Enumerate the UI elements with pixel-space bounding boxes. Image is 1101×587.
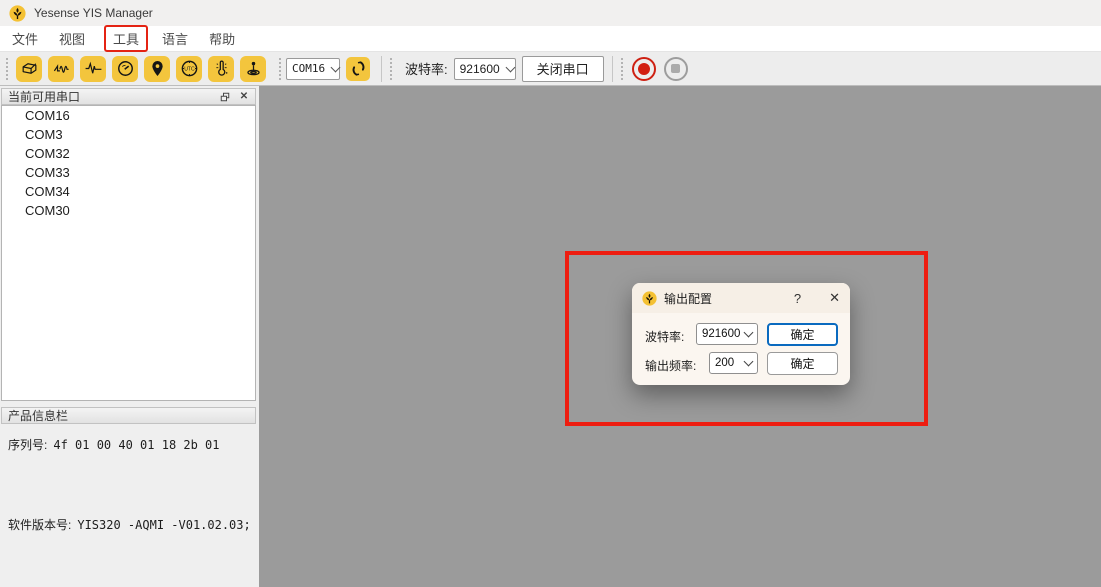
port-select[interactable]: COM16: [286, 58, 340, 80]
stop-button[interactable]: [664, 57, 688, 81]
toolbar-separator: [612, 56, 613, 82]
dialog-title-bar: 输出配置 ? ✕: [632, 283, 850, 313]
stop-icon: [671, 64, 680, 73]
utc-time-button[interactable]: UTC: [176, 56, 202, 82]
list-item-port[interactable]: COM33: [2, 163, 255, 182]
serial-number-label: 序列号:: [8, 438, 47, 452]
gauge-button[interactable]: [112, 56, 138, 82]
float-panel-button[interactable]: [217, 90, 233, 104]
gauge-icon: [116, 59, 135, 78]
dialog-baud-confirm-button[interactable]: 确定: [767, 323, 838, 346]
dialog-freq-select[interactable]: 200: [709, 352, 758, 374]
toolbar-drag-handle[interactable]: [621, 58, 623, 80]
vibration-wave-icon: [84, 59, 103, 78]
left-dock: 当前可用串口 ✕ COM16 COM3 COM32 COM33 COM34 CO…: [0, 86, 259, 587]
magnetic-pin-icon: [244, 59, 263, 78]
serial-ports-panel-title: 当前可用串口: [8, 88, 80, 105]
attitude-wave-button[interactable]: [48, 56, 74, 82]
baud-rate-label: 波特率:: [405, 59, 448, 78]
record-icon: [638, 63, 650, 75]
thermometer-icon: [212, 59, 231, 78]
menu-file[interactable]: 文件: [3, 26, 47, 51]
menu-language[interactable]: 语言: [153, 26, 197, 51]
svg-text:UTC: UTC: [184, 66, 195, 72]
chevron-down-icon: [744, 357, 754, 367]
attitude-wave-icon: [52, 59, 71, 78]
window-title: Yesense YIS Manager: [34, 6, 153, 20]
yesense-logo-icon: [642, 291, 657, 306]
menu-bar: 文件 视图 工具 语言 帮助: [0, 26, 1101, 52]
tool-bar: UTC COM16: [0, 52, 1101, 86]
toolbar-drag-handle[interactable]: [390, 58, 392, 80]
record-button[interactable]: [632, 57, 656, 81]
product-info-panel-title: 产品信息栏: [8, 407, 68, 424]
dialog-close-button[interactable]: ✕: [829, 290, 840, 306]
dialog-freq-label: 输出频率:: [645, 357, 696, 374]
app-window: Yesense YIS Manager 文件 视图 工具 语言 帮助: [0, 0, 1101, 587]
close-serial-port-button[interactable]: 关闭串口: [522, 56, 604, 82]
list-item-port[interactable]: COM30: [2, 201, 255, 220]
dialog-help-button[interactable]: ?: [794, 291, 815, 306]
location-pin-icon: [148, 59, 167, 78]
chevron-down-icon: [331, 62, 341, 72]
baud-rate-value: 921600: [460, 62, 500, 76]
toolbar-separator: [381, 56, 382, 82]
menu-view[interactable]: 视图: [50, 26, 94, 51]
refresh-icon: [349, 59, 368, 78]
list-item-port[interactable]: COM32: [2, 144, 255, 163]
baud-rate-select[interactable]: 921600: [454, 58, 516, 80]
list-item-port[interactable]: COM34: [2, 182, 255, 201]
list-item-port[interactable]: COM3: [2, 125, 255, 144]
serial-port-list: COM16 COM3 COM32 COM33 COM34 COM30: [1, 105, 256, 401]
cube-button[interactable]: [16, 56, 42, 82]
yesense-logo-icon: [9, 5, 26, 22]
cube-icon: [20, 59, 39, 78]
location-button[interactable]: [144, 56, 170, 82]
utc-clock-icon: UTC: [180, 59, 199, 78]
float-icon: [219, 91, 231, 103]
menu-tools[interactable]: 工具: [104, 25, 148, 52]
output-config-dialog: 输出配置 ? ✕ 波特率: 921600 确定 输出频率: 200 确定: [632, 283, 850, 385]
dialog-baud-value: 921600: [702, 328, 740, 340]
dialog-baud-label: 波特率:: [645, 328, 684, 345]
software-version-line: 软件版本号: YIS320 -AQMI -V01.02.03;: [8, 516, 251, 533]
serial-number-value: 4f 01 00 40 01 18 2b 01: [53, 438, 219, 452]
toolbar-drag-handle[interactable]: [6, 58, 8, 80]
menu-help[interactable]: 帮助: [200, 26, 244, 51]
list-item-port[interactable]: COM16: [2, 106, 255, 125]
vibration-wave-button[interactable]: [80, 56, 106, 82]
product-info-panel-header: 产品信息栏: [1, 407, 256, 424]
software-version-value: YIS320 -AQMI -V01.02.03;: [77, 518, 250, 532]
dialog-baud-select[interactable]: 921600: [696, 323, 758, 345]
serial-number-line: 序列号: 4f 01 00 40 01 18 2b 01: [8, 436, 220, 453]
software-version-label: 软件版本号:: [8, 518, 71, 532]
refresh-ports-button[interactable]: [346, 57, 370, 81]
main-workspace: 输出配置 ? ✕ 波特率: 921600 确定 输出频率: 200 确定: [259, 86, 1101, 587]
serial-ports-panel-header: 当前可用串口 ✕: [1, 88, 256, 105]
toolbar-drag-handle[interactable]: [279, 58, 281, 80]
chevron-down-icon: [505, 62, 515, 72]
temperature-button[interactable]: [208, 56, 234, 82]
title-bar: Yesense YIS Manager: [0, 0, 1101, 26]
magnetic-pin-button[interactable]: [240, 56, 266, 82]
port-select-value: COM16: [292, 62, 325, 75]
chevron-down-icon: [744, 328, 754, 338]
dialog-title: 输出配置: [664, 290, 794, 307]
close-panel-button[interactable]: ✕: [236, 90, 252, 104]
dialog-freq-value: 200: [715, 357, 734, 369]
dialog-freq-confirm-button[interactable]: 确定: [767, 352, 838, 375]
